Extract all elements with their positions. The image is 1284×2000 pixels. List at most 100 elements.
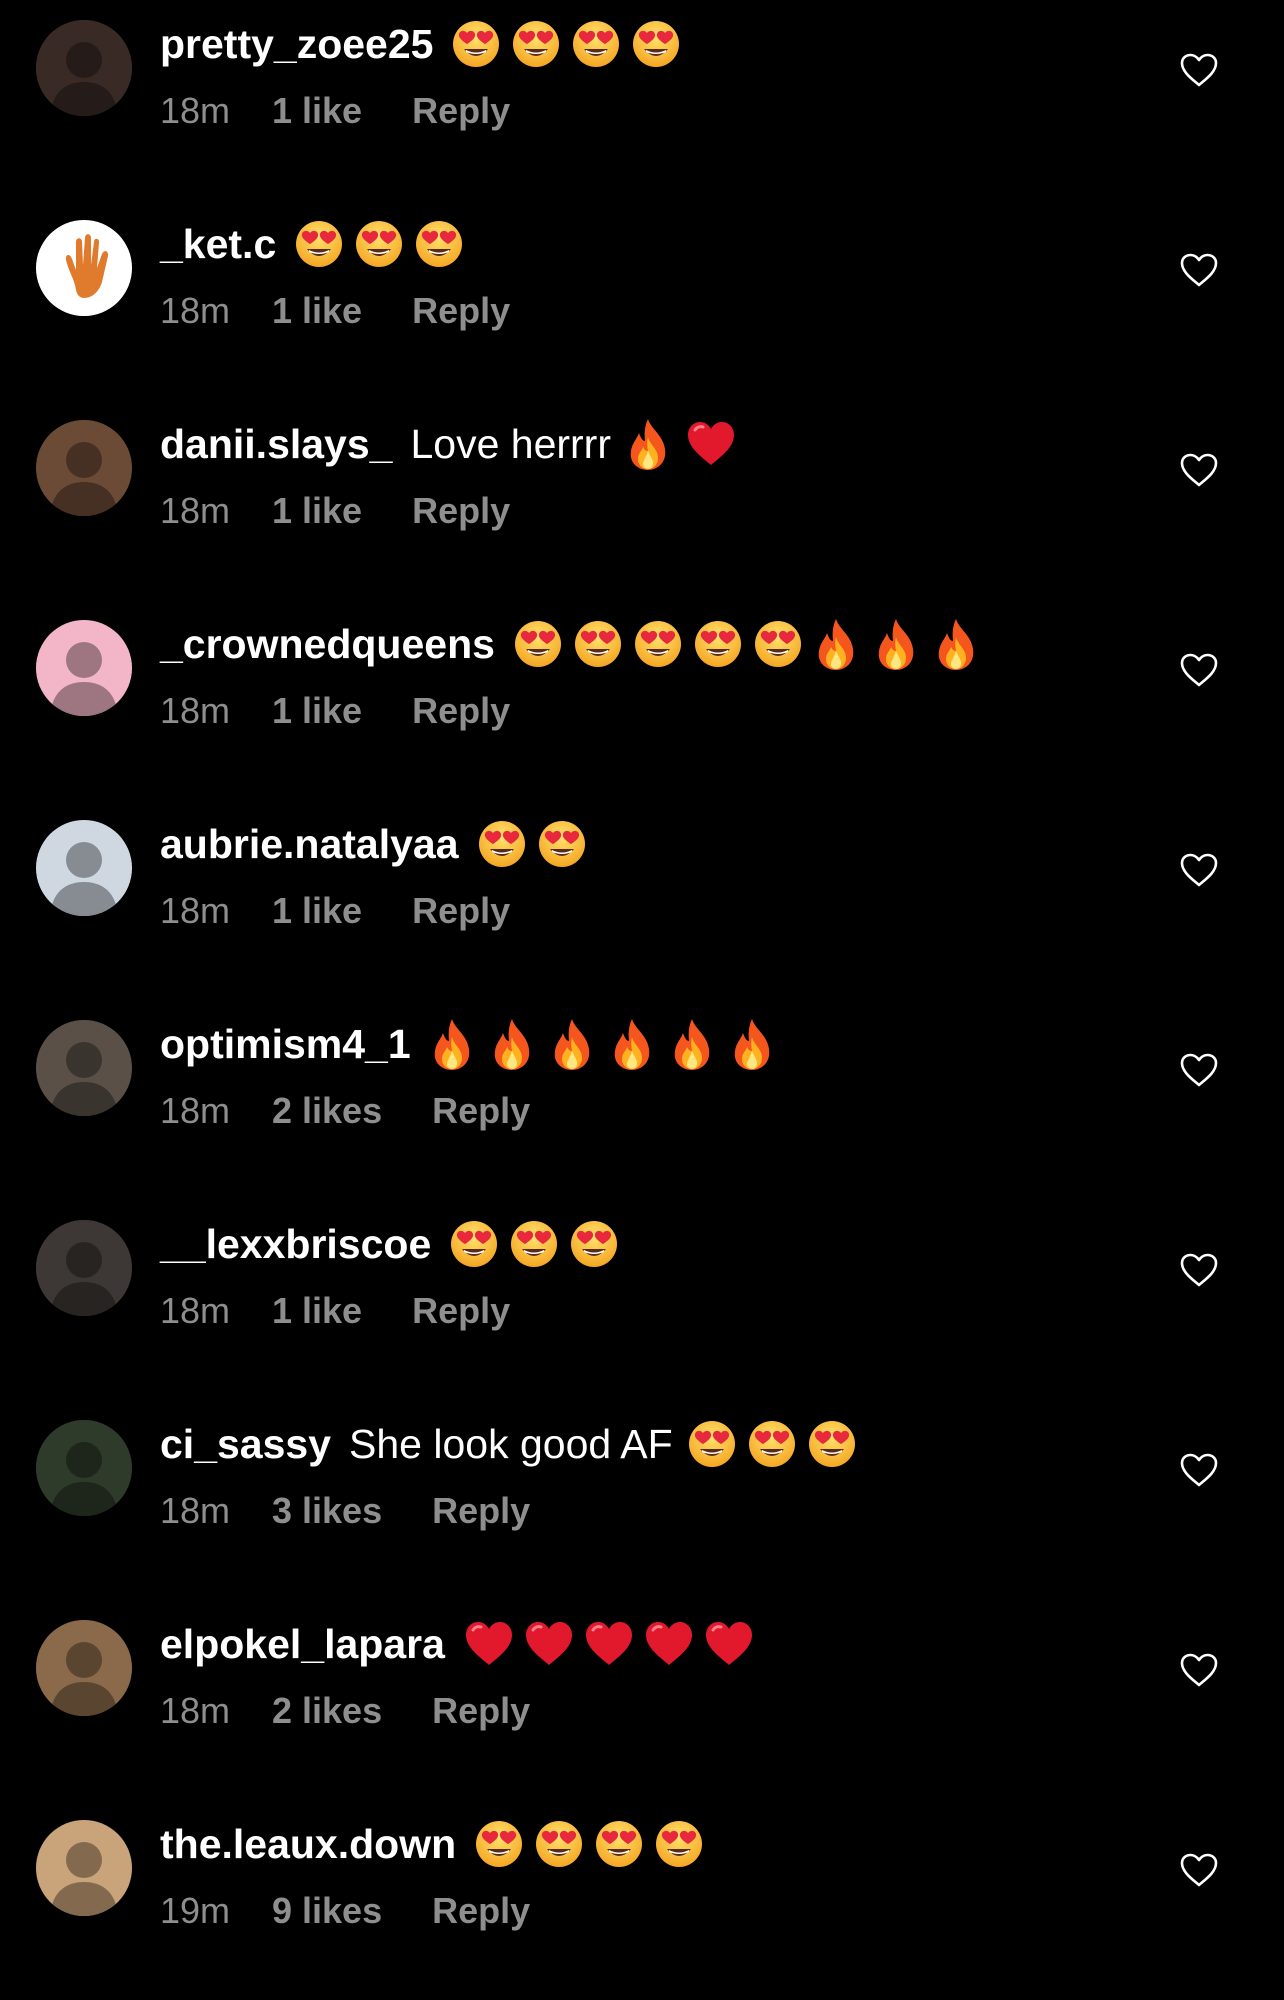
heart-eyes-emoji bbox=[513, 619, 573, 669]
reply-button[interactable]: Reply bbox=[412, 90, 510, 132]
reply-button[interactable]: Reply bbox=[432, 1490, 530, 1532]
heart-outline-icon[interactable] bbox=[1179, 852, 1219, 888]
reply-button[interactable]: Reply bbox=[432, 1090, 530, 1132]
comment-likes-count[interactable]: 1 like bbox=[272, 490, 362, 532]
comment-username[interactable]: ci_sassy bbox=[160, 1414, 331, 1474]
heart-eyes-emoji bbox=[511, 19, 571, 69]
reply-button[interactable]: Reply bbox=[432, 1890, 530, 1932]
avatar[interactable] bbox=[36, 420, 132, 516]
comment-item: _crownedqueens 18m 1 like Reply bbox=[0, 600, 1284, 800]
heart-outline-icon[interactable] bbox=[1179, 1652, 1219, 1688]
comment-timestamp: 18m bbox=[160, 1290, 231, 1331]
comment-body: the.leaux.down bbox=[160, 1814, 714, 1874]
red-heart-emoji bbox=[523, 1620, 583, 1668]
reply-button[interactable]: Reply bbox=[412, 1290, 510, 1332]
heart-eyes-emoji bbox=[534, 1819, 594, 1869]
heart-eyes-emoji bbox=[631, 19, 691, 69]
comment-item: danii.slays_ Love herrrr 18m 1 like Reply bbox=[0, 400, 1284, 600]
reply-button[interactable]: Reply bbox=[412, 890, 510, 932]
avatar[interactable] bbox=[36, 820, 132, 916]
comment-emojis bbox=[463, 1620, 763, 1668]
comment-emojis bbox=[625, 417, 745, 471]
comment-item: elpokel_lapara 18m 2 likes Reply bbox=[0, 1600, 1284, 1800]
comment-username[interactable]: __lexxbriscoe bbox=[160, 1214, 431, 1274]
comment-username[interactable]: elpokel_lapara bbox=[160, 1614, 445, 1674]
comment-item: ci_sassy She look good AF 18m 3 likes Reply bbox=[0, 1400, 1284, 1600]
comment-username[interactable]: pretty_zoee25 bbox=[160, 14, 433, 74]
comment-likes-count[interactable]: 1 like bbox=[272, 90, 362, 132]
reply-button[interactable]: Reply bbox=[432, 1690, 530, 1732]
heart-eyes-emoji bbox=[594, 1819, 654, 1869]
reply-button[interactable]: Reply bbox=[412, 290, 510, 332]
heart-outline-icon[interactable] bbox=[1179, 1852, 1219, 1888]
fire-emoji bbox=[729, 1017, 789, 1071]
avatar[interactable] bbox=[36, 20, 132, 116]
avatar[interactable] bbox=[36, 220, 132, 316]
heart-eyes-emoji bbox=[807, 1419, 867, 1469]
comment-likes-count[interactable]: 1 like bbox=[272, 1290, 362, 1332]
avatar[interactable] bbox=[36, 1420, 132, 1516]
comment-username[interactable]: _crownedqueens bbox=[160, 614, 495, 674]
heart-eyes-emoji bbox=[693, 619, 753, 669]
heart-eyes-emoji bbox=[477, 819, 537, 869]
comment-username[interactable]: danii.slays_ bbox=[160, 414, 392, 474]
comment-text: She look good AF bbox=[349, 1421, 673, 1467]
heart-eyes-emoji bbox=[509, 1219, 569, 1269]
fire-emoji bbox=[813, 617, 873, 671]
heart-outline-icon[interactable] bbox=[1179, 452, 1219, 488]
heart-outline-icon[interactable] bbox=[1179, 1452, 1219, 1488]
comment-username[interactable]: optimism4_1 bbox=[160, 1014, 411, 1074]
avatar[interactable] bbox=[36, 620, 132, 716]
heart-outline-icon[interactable] bbox=[1179, 52, 1219, 88]
comment-item: the.leaux.down 19m 9 likes Reply bbox=[0, 1800, 1284, 2000]
comment-username[interactable]: aubrie.natalyaa bbox=[160, 814, 459, 874]
comment-meta: 18m 1 like Reply bbox=[160, 286, 510, 336]
comment-meta: 18m 1 like Reply bbox=[160, 1286, 510, 1336]
heart-eyes-emoji bbox=[687, 1419, 747, 1469]
comment-likes-count[interactable]: 2 likes bbox=[272, 1090, 382, 1132]
comment-username[interactable]: the.leaux.down bbox=[160, 1814, 456, 1874]
heart-eyes-emoji bbox=[571, 19, 631, 69]
avatar[interactable] bbox=[36, 1620, 132, 1716]
comment-meta: 19m 9 likes Reply bbox=[160, 1886, 530, 1936]
comment-timestamp: 18m bbox=[160, 290, 231, 331]
comment-meta: 18m 1 like Reply bbox=[160, 86, 510, 136]
heart-eyes-emoji bbox=[573, 619, 633, 669]
comment-likes-count[interactable]: 1 like bbox=[272, 690, 362, 732]
heart-eyes-emoji bbox=[449, 1219, 509, 1269]
comment-likes-count[interactable]: 1 like bbox=[272, 290, 362, 332]
avatar[interactable] bbox=[36, 1020, 132, 1116]
comment-timestamp: 19m bbox=[160, 1890, 231, 1931]
comment-item: __lexxbriscoe 18m 1 like Reply bbox=[0, 1200, 1284, 1400]
comment-username[interactable]: _ket.c bbox=[160, 214, 276, 274]
comment-likes-count[interactable]: 9 likes bbox=[272, 1890, 382, 1932]
heart-eyes-emoji bbox=[414, 219, 474, 269]
comment-timestamp: 18m bbox=[160, 890, 231, 931]
heart-eyes-emoji bbox=[747, 1419, 807, 1469]
comment-likes-count[interactable]: 2 likes bbox=[272, 1690, 382, 1732]
heart-outline-icon[interactable] bbox=[1179, 1052, 1219, 1088]
reply-button[interactable]: Reply bbox=[412, 490, 510, 532]
fire-emoji bbox=[429, 1017, 489, 1071]
red-heart-emoji bbox=[685, 420, 745, 468]
reply-button[interactable]: Reply bbox=[412, 690, 510, 732]
heart-eyes-emoji bbox=[753, 619, 813, 669]
heart-outline-icon[interactable] bbox=[1179, 652, 1219, 688]
fire-emoji bbox=[873, 617, 933, 671]
comment-timestamp: 18m bbox=[160, 1090, 231, 1131]
comment-likes-count[interactable]: 3 likes bbox=[272, 1490, 382, 1532]
heart-eyes-emoji bbox=[633, 619, 693, 669]
comment-item: optimism4_1 18m 2 likes Reply bbox=[0, 1000, 1284, 1200]
comment-emojis bbox=[294, 219, 474, 269]
comment-item: aubrie.natalyaa 18m 1 like Reply bbox=[0, 800, 1284, 1000]
comment-item: _ket.c 18m 1 like Reply bbox=[0, 200, 1284, 400]
comment-body: elpokel_lapara bbox=[160, 1614, 763, 1674]
heart-outline-icon[interactable] bbox=[1179, 1252, 1219, 1288]
comment-meta: 18m 1 like Reply bbox=[160, 486, 510, 536]
heart-outline-icon[interactable] bbox=[1179, 252, 1219, 288]
comment-meta: 18m 1 like Reply bbox=[160, 886, 510, 936]
avatar[interactable] bbox=[36, 1820, 132, 1916]
comment-likes-count[interactable]: 1 like bbox=[272, 890, 362, 932]
comment-timestamp: 18m bbox=[160, 1690, 231, 1731]
avatar[interactable] bbox=[36, 1220, 132, 1316]
